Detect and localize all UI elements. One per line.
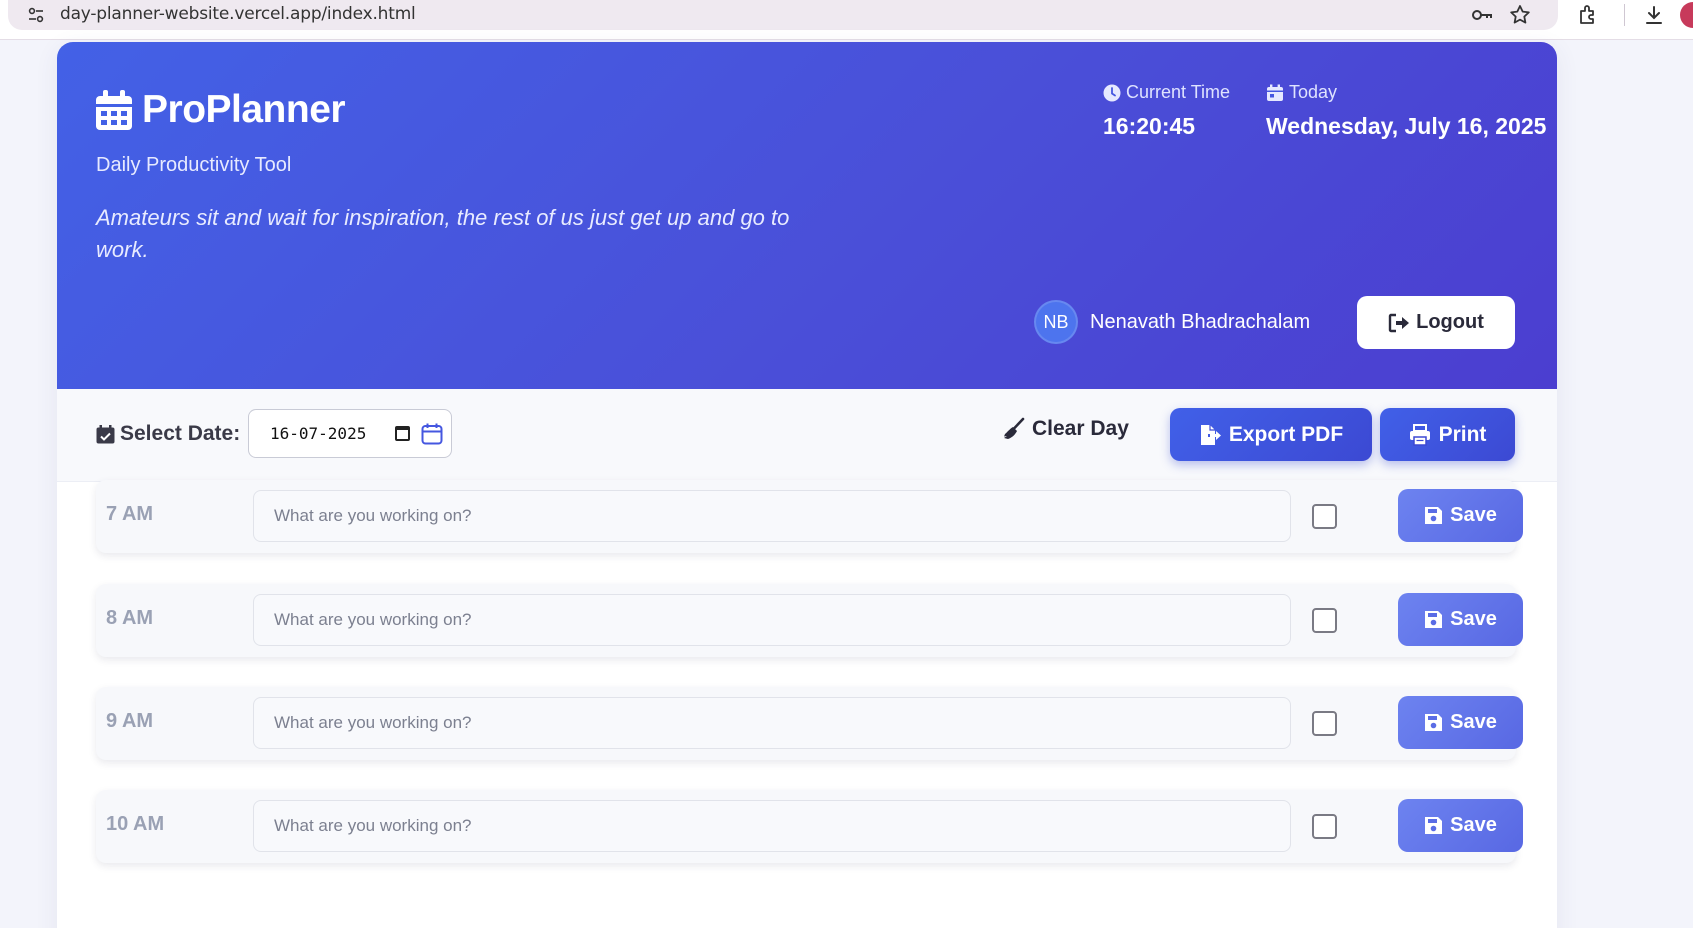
save-label: Save [1450, 814, 1497, 836]
today-block: Today Wednesday, July 16, 2025 [1266, 82, 1546, 140]
task-input[interactable] [253, 594, 1291, 646]
hour-row-9am: 9 AM Save [96, 687, 1523, 760]
brand: ProPlanner [96, 88, 346, 132]
logout-button[interactable]: Logout [1357, 296, 1515, 349]
save-button[interactable]: Save [1398, 593, 1523, 646]
done-checkbox[interactable] [1312, 814, 1337, 839]
browser-toolbar: day-planner-website.vercel.app/index.htm… [0, 0, 1693, 40]
sign-out-icon [1388, 313, 1410, 332]
broom-icon [1004, 417, 1025, 439]
floppy-disk-icon [1425, 817, 1443, 834]
clear-day-label: Clear Day [1032, 417, 1129, 440]
select-date-label-wrap: Select Date: [96, 422, 240, 446]
save-label: Save [1450, 608, 1497, 630]
print-label: Print [1438, 422, 1487, 446]
print-button[interactable]: Print [1380, 408, 1515, 461]
save-button[interactable]: Save [1398, 489, 1523, 542]
hour-label: 7 AM [106, 503, 154, 525]
current-time-label: Current Time [1126, 82, 1231, 102]
printer-icon [1409, 423, 1430, 446]
done-checkbox[interactable] [1312, 504, 1337, 529]
url-text[interactable]: day-planner-website.vercel.app/index.htm… [60, 4, 416, 24]
floppy-disk-icon [1425, 611, 1443, 628]
hour-label: 10 AM [106, 813, 165, 835]
save-label: Save [1450, 711, 1497, 733]
header-banner: ProPlanner Daily Productivity Tool Amate… [57, 42, 1557, 389]
calendar-icon [96, 90, 132, 130]
date-picker-input[interactable]: 16-07-2025 [248, 409, 452, 458]
profile-avatar[interactable] [1680, 2, 1693, 28]
save-label: Save [1450, 504, 1497, 526]
select-date-label: Select Date: [120, 422, 241, 445]
date-picker-value: 16-07-2025 [270, 424, 367, 443]
motivational-quote: Amateurs sit and wait for inspiration, t… [96, 205, 790, 262]
hour-label: 9 AM [106, 710, 154, 732]
save-button[interactable]: Save [1398, 799, 1523, 852]
site-settings-icon[interactable] [26, 5, 46, 25]
floppy-disk-icon [1425, 714, 1443, 731]
extensions-icon[interactable] [1576, 3, 1600, 27]
today-label: Today [1289, 82, 1338, 102]
calendar-check-icon [96, 424, 115, 443]
calendar-picker-icon[interactable] [421, 423, 443, 445]
clear-day-button[interactable]: Clear Day [1002, 417, 1129, 441]
current-time-value: 16:20:45 [1103, 113, 1196, 139]
toolbar-divider [1624, 4, 1625, 26]
export-pdf-button[interactable]: Export PDF [1170, 408, 1372, 461]
done-checkbox[interactable] [1312, 608, 1337, 633]
hour-row-8am: 8 AM Save [96, 584, 1523, 657]
app-title: ProPlanner [142, 88, 346, 131]
task-input[interactable] [253, 697, 1291, 749]
bookmark-star-icon[interactable] [1508, 3, 1532, 27]
hour-label: 8 AM [106, 607, 154, 629]
date-toolbar: Select Date: 16-07-2025 Clear Day Export… [57, 389, 1557, 482]
user-name: Nenavath Bhadrachalam [1090, 310, 1311, 333]
done-checkbox[interactable] [1312, 711, 1337, 736]
floppy-disk-icon [1425, 507, 1443, 524]
save-button[interactable]: Save [1398, 696, 1523, 749]
hour-row-10am: 10 AM Save [96, 790, 1523, 863]
task-input[interactable] [253, 490, 1291, 542]
export-pdf-label: Export PDF [1228, 422, 1344, 446]
today-date-value: Wednesday, July 16, 2025 [1266, 113, 1547, 139]
password-key-icon[interactable] [1470, 3, 1494, 27]
file-export-icon [1200, 424, 1221, 445]
current-time-block: Current Time 16:20:45 [1103, 82, 1230, 140]
task-input[interactable] [253, 800, 1291, 852]
user-info: NB Nenavath Bhadrachalam [1034, 300, 1310, 344]
logout-label: Logout [1416, 311, 1484, 333]
hour-row-7am: 7 AM Save [96, 480, 1523, 553]
clock-icon [1103, 84, 1121, 101]
native-calendar-icon[interactable] [395, 426, 410, 441]
user-avatar: NB [1034, 300, 1078, 344]
address-bar[interactable]: day-planner-website.vercel.app/index.htm… [8, 0, 1558, 30]
app-tagline: Daily Productivity Tool [96, 154, 292, 176]
calendar-day-icon [1267, 84, 1283, 101]
download-icon[interactable] [1642, 3, 1666, 27]
